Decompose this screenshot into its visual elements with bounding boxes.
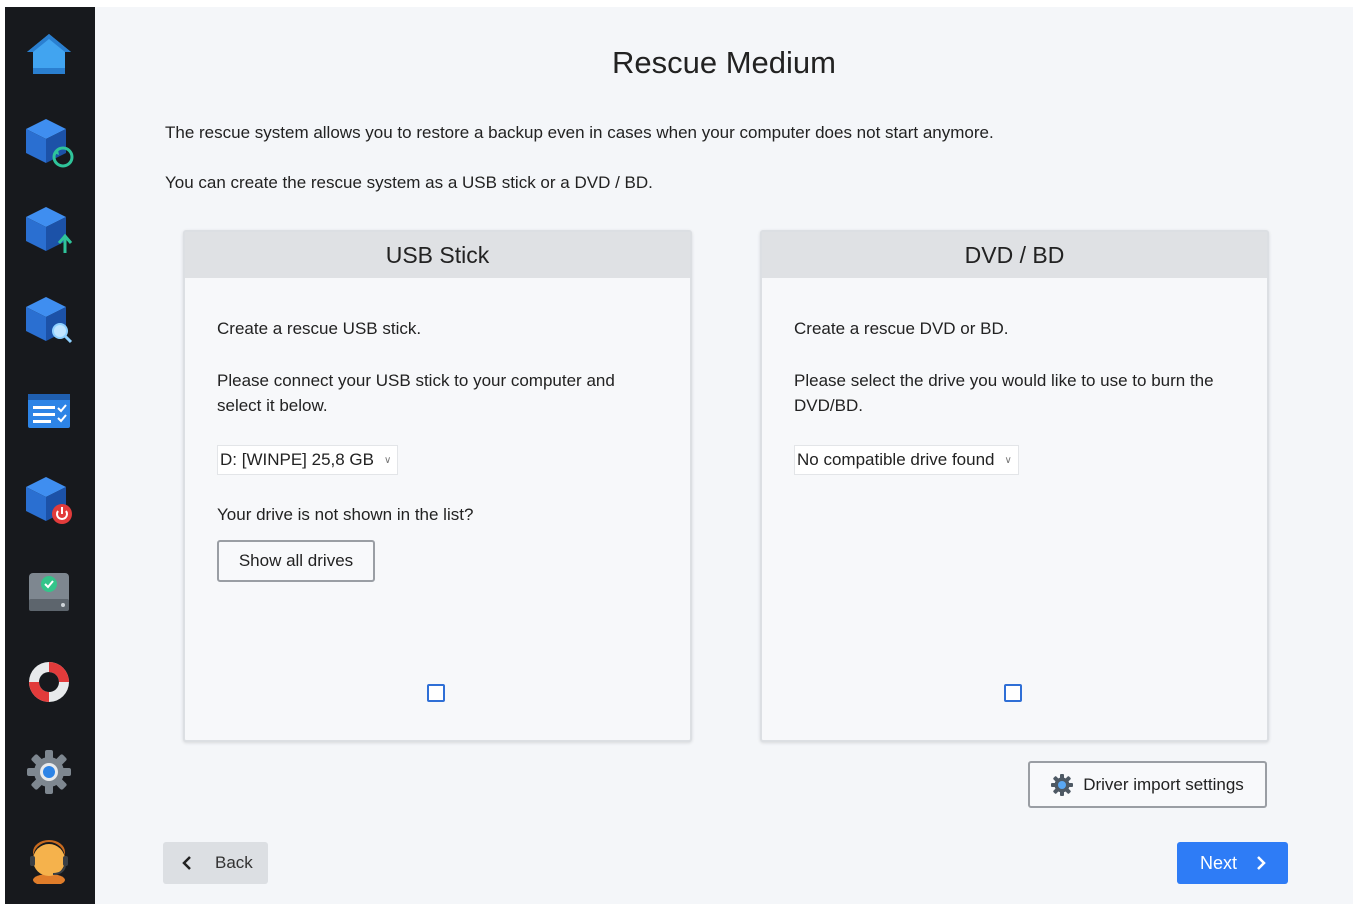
driver-import-settings-button[interactable]: Driver import settings xyxy=(1028,761,1267,808)
dvd-drive-select[interactable]: No compatible drive found ∨ xyxy=(794,445,1019,475)
page-title: Rescue Medium xyxy=(612,45,836,80)
settings-gear-icon xyxy=(27,750,71,794)
back-label: Back xyxy=(215,853,253,872)
backup-upload-icon xyxy=(26,207,73,253)
chevron-down-icon: ∨ xyxy=(384,454,392,466)
usb-drive-select[interactable]: D: [WINPE] 25,8 GB ∨ xyxy=(217,445,399,475)
sidebar-item-rescue[interactable] xyxy=(20,653,78,711)
task-list-icon xyxy=(28,394,70,428)
dvd-bd-card: DVD / BD Create a rescue DVD or BD. Plea… xyxy=(760,230,1269,742)
chevron-left-icon xyxy=(182,856,191,870)
dvd-drive-select-value: No compatible drive found xyxy=(797,450,995,469)
sidebar-item-support[interactable] xyxy=(20,831,78,889)
gear-icon xyxy=(1051,773,1074,796)
next-label: Next xyxy=(1200,852,1238,873)
usb-stick-card: USB Stick Create a rescue USB stick. Ple… xyxy=(183,230,692,742)
backup-search-icon xyxy=(26,297,73,344)
sidebar-item-shutdown[interactable] xyxy=(20,471,78,529)
usb-card-intro: Create a rescue USB stick. xyxy=(217,319,422,338)
drive-check-icon xyxy=(29,573,69,611)
description-line-1: The rescue system allows you to restore … xyxy=(165,123,994,142)
description-line-2: You can create the rescue system as a US… xyxy=(165,173,653,192)
sidebar-item-restore[interactable] xyxy=(20,113,78,171)
support-agent-icon xyxy=(30,840,68,884)
sidebar-item-backup[interactable] xyxy=(20,201,78,259)
dvd-card-instruction: Please select the drive you would like t… xyxy=(794,371,1214,415)
sidebar-item-search[interactable] xyxy=(20,291,78,349)
dvd-card-checkbox[interactable] xyxy=(1004,684,1022,702)
app-window: Rescue Medium The rescue system allows y… xyxy=(5,7,1353,904)
dvd-card-header: DVD / BD xyxy=(762,232,1267,278)
usb-drive-select-value: D: [WINPE] 25,8 GB xyxy=(220,450,374,469)
sidebar-item-drive-check[interactable] xyxy=(20,562,78,620)
usb-card-checkbox[interactable] xyxy=(427,684,445,702)
show-all-drives-label: Show all drives xyxy=(238,551,354,570)
show-all-drives-button[interactable]: Show all drives xyxy=(217,540,375,582)
sidebar-item-tasks[interactable] xyxy=(20,382,78,440)
sidebar-item-settings[interactable] xyxy=(20,743,78,801)
chevron-down-icon: ∨ xyxy=(1004,454,1012,466)
dvd-card-intro: Create a rescue DVD or BD. xyxy=(794,319,1009,338)
backup-shutdown-icon xyxy=(26,477,72,524)
usb-card-header: USB Stick xyxy=(185,232,690,278)
chevron-right-icon xyxy=(1257,856,1266,870)
driver-import-settings-label: Driver import settings xyxy=(1083,774,1244,794)
backup-restore-icon xyxy=(26,119,74,168)
lifebuoy-icon xyxy=(29,662,69,702)
sidebar-item-home[interactable] xyxy=(20,25,78,83)
usb-card-not-listed: Your drive is not shown in the list? xyxy=(217,505,474,524)
home-icon xyxy=(27,34,71,74)
next-button[interactable]: Next xyxy=(1177,842,1288,884)
sidebar xyxy=(5,7,95,904)
usb-card-instruction: Please connect your USB stick to your co… xyxy=(217,371,615,415)
back-button[interactable]: Back xyxy=(163,842,268,884)
main-content: Rescue Medium The rescue system allows y… xyxy=(95,7,1353,904)
